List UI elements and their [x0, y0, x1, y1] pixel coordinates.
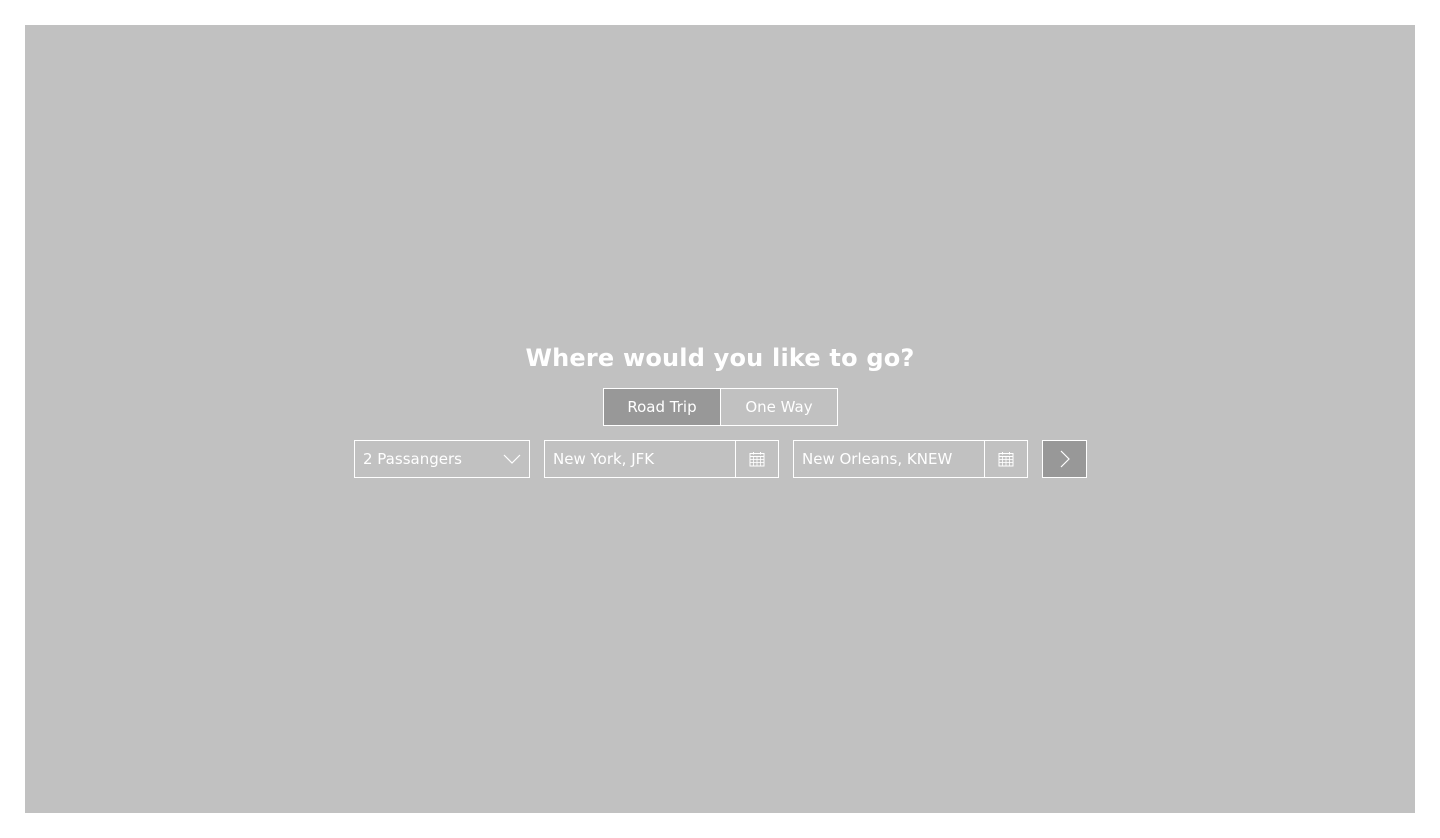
destination-value[interactable]: New Orleans, KNEW: [794, 450, 984, 468]
destination-field[interactable]: New Orleans, KNEW: [793, 440, 1028, 478]
calendar-icon: [749, 452, 765, 467]
trip-type-toggle: Road Trip One Way: [603, 388, 838, 426]
origin-value[interactable]: New York, JFK: [545, 450, 735, 468]
passengers-select[interactable]: 2 Passangers: [354, 440, 530, 478]
one-way-button[interactable]: One Way: [721, 389, 837, 425]
calendar-icon: [998, 452, 1014, 467]
search-submit-button[interactable]: [1042, 440, 1087, 478]
page-title: Where would you like to go?: [525, 344, 915, 372]
origin-field[interactable]: New York, JFK: [544, 440, 779, 478]
road-trip-button[interactable]: Road Trip: [604, 389, 721, 425]
passengers-value: 2 Passangers: [363, 450, 462, 468]
origin-calendar-button[interactable]: [735, 441, 778, 477]
destination-calendar-button[interactable]: [984, 441, 1027, 477]
chevron-right-icon: [1060, 450, 1070, 468]
chevron-down-icon: [495, 441, 529, 477]
